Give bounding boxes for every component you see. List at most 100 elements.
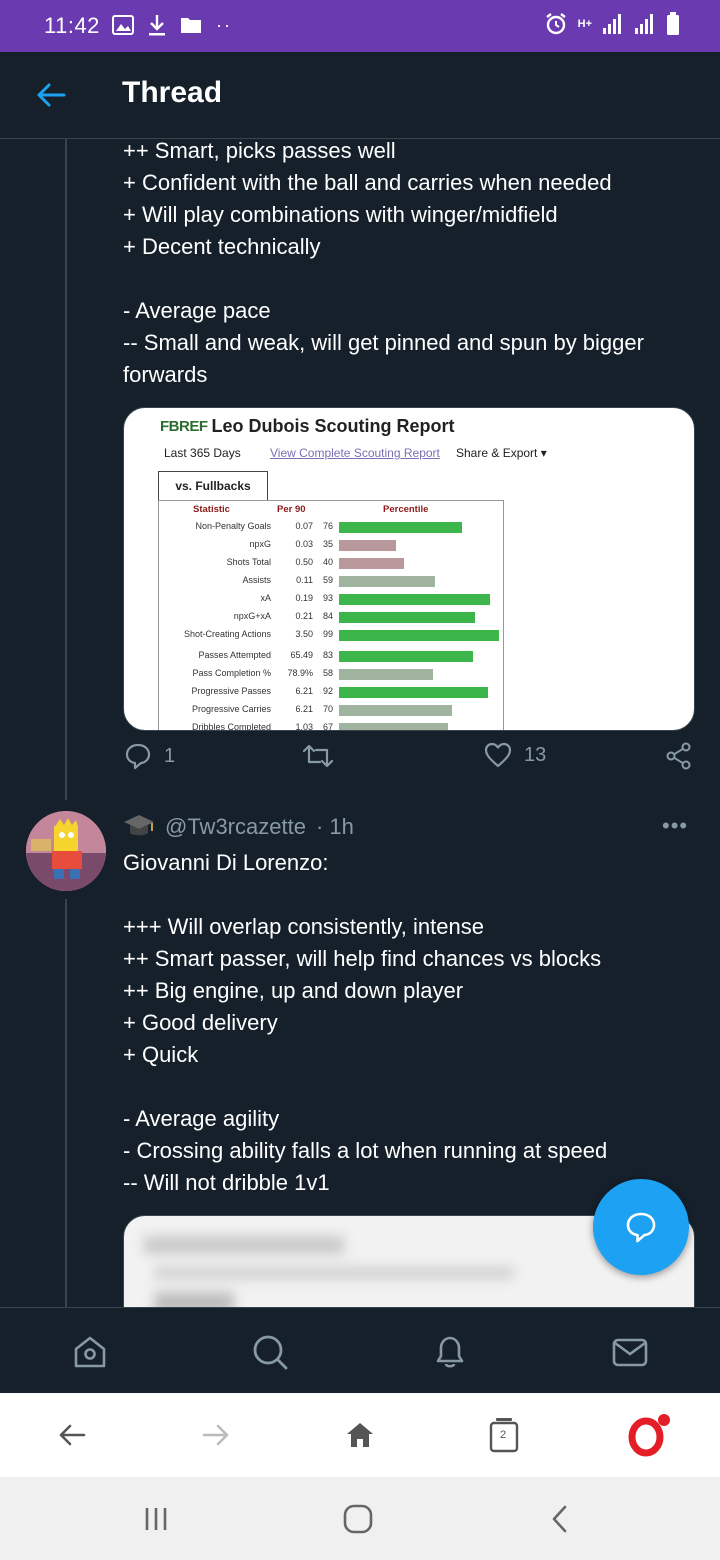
share-icon (666, 742, 691, 770)
report-percentile-bar (339, 594, 490, 605)
reply-icon (125, 743, 151, 770)
tweet-text: ++ Smart, picks passes well + Confident … (123, 139, 644, 387)
tweet-text-2: Giovanni Di Lorenzo: +++ Will overlap co… (123, 850, 608, 1195)
chevron-left-icon (552, 1505, 567, 1533)
report-link: View Complete Scouting Report (270, 446, 440, 460)
report-stat-label: Pass Completion % (192, 668, 271, 678)
report-percentile-value: 70 (323, 704, 334, 714)
opera-logo-icon (628, 1414, 670, 1457)
report-per90-value: 6.21 (295, 704, 313, 714)
report-header: FBREF Leo Dubois Scouting Report (160, 416, 455, 437)
status-time: 11:42 (44, 13, 100, 38)
recents-button[interactable] (134, 1497, 178, 1541)
tweet-meta: @Tw3rcazette · 1h (123, 813, 354, 841)
report-stat-label: Shots Total (226, 557, 271, 567)
alarm-icon (544, 12, 568, 36)
status-right-icons: H+ (544, 12, 680, 36)
report-percentile-value: 59 (323, 575, 334, 585)
table-header-per90: Per 90 (277, 504, 306, 515)
heart-icon (484, 742, 512, 768)
back-arrow-icon (37, 83, 66, 107)
signal-icon-2 (634, 13, 656, 35)
report-row: Non-Penalty Goals 0.07 76 (159, 518, 503, 536)
tweet-media-image[interactable]: FBREF Leo Dubois Scouting Report Last 36… (123, 407, 695, 731)
nav-home[interactable] (68, 1330, 112, 1374)
report-row: Assists 0.11 59 (159, 572, 503, 590)
house-icon (347, 1423, 373, 1447)
download-icon (148, 14, 166, 36)
reply-count: 1 (164, 744, 176, 767)
nav-search[interactable] (248, 1330, 292, 1374)
back-system-button[interactable] (538, 1497, 582, 1541)
home-circle-icon (343, 1504, 373, 1534)
thread-connector-line-2 (65, 899, 67, 1307)
report-per90-value: 1.03 (295, 722, 313, 731)
like-count: 13 (524, 743, 547, 766)
thread-content[interactable]: ++ Smart, picks passes well + Confident … (0, 139, 720, 1307)
browser-back-button[interactable] (50, 1413, 94, 1457)
more-options-button[interactable]: ••• (662, 813, 688, 839)
report-percentile-bar (339, 630, 499, 641)
report-percentile-bar (339, 687, 488, 698)
report-stat-label: Progressive Carries (191, 704, 271, 714)
image-icon (112, 15, 134, 35)
browser-tabs-button[interactable]: 2 (482, 1413, 526, 1457)
report-percentile-bar (339, 576, 435, 587)
report-per90-value: 3.50 (295, 629, 313, 639)
tweet-timestamp: · 1h (315, 814, 354, 839)
browser-home-button[interactable] (338, 1413, 382, 1457)
report-period: Last 365 Days (164, 446, 241, 460)
report-row: Passes Attempted 65.49 83 (159, 647, 503, 665)
report-percentile-value: 84 (323, 611, 334, 621)
reply-button[interactable]: 1 (124, 742, 175, 770)
report-percentile-value: 58 (323, 668, 334, 678)
report-percentile-value: 35 (323, 539, 334, 549)
report-row: npxG 0.03 35 (159, 536, 503, 554)
retweet-icon (302, 744, 334, 768)
share-button[interactable] (665, 742, 693, 770)
folder-icon (180, 16, 202, 34)
status-left-icons: ·· (112, 14, 232, 36)
report-percentile-bar (339, 612, 475, 623)
report-percentile-bar (339, 522, 462, 533)
battery-icon (666, 12, 680, 36)
recents-icon (145, 1508, 167, 1530)
opera-menu-button[interactable] (626, 1413, 670, 1457)
avatar[interactable] (26, 811, 106, 891)
report-stat-label: Shot-Creating Actions (183, 629, 271, 639)
report-tab: vs. Fullbacks (158, 471, 268, 500)
home-system-button[interactable] (336, 1497, 380, 1541)
bell-icon (436, 1336, 464, 1368)
report-percentile-value: 76 (323, 521, 334, 531)
table-header-statistic: Statistic (193, 504, 230, 515)
thread-connector-line (65, 139, 67, 800)
arrow-left-icon (59, 1424, 86, 1446)
report-share: Share & Export ▾ (456, 446, 547, 460)
browser-forward-button[interactable] (194, 1413, 238, 1457)
report-per90-value: 0.21 (295, 611, 313, 621)
nav-messages[interactable] (608, 1330, 652, 1374)
report-row: Dribbles Completed 1.03 67 (159, 719, 503, 731)
bottom-nav (0, 1307, 720, 1394)
report-per90-value: 0.50 (295, 557, 313, 567)
report-row: Pass Completion % 78.9% 58 (159, 665, 503, 683)
back-button[interactable] (34, 78, 68, 112)
like-button[interactable]: 13 (484, 742, 546, 768)
tweet-handle[interactable]: @Tw3rcazette (165, 814, 306, 840)
nav-notifications[interactable] (428, 1330, 472, 1374)
status-dots: ·· (216, 14, 232, 35)
tabs-count: 2 (500, 1429, 507, 1441)
report-percentile-value: 99 (323, 629, 334, 639)
report-per90-value: 6.21 (295, 686, 313, 696)
retweet-button[interactable] (302, 742, 334, 770)
report-percentile-value: 93 (323, 593, 334, 603)
home-icon (74, 1336, 106, 1368)
network-label: H+ (577, 18, 592, 30)
report-per90-value: 0.03 (295, 539, 313, 549)
compose-button[interactable] (593, 1179, 689, 1275)
report-row: Progressive Passes 6.21 92 (159, 683, 503, 701)
report-stat-label: Dribbles Completed (191, 722, 271, 731)
report-percentile-value: 67 (323, 722, 334, 731)
graduation-cap-icon (124, 815, 154, 836)
report-stat-label: Assists (242, 575, 271, 585)
